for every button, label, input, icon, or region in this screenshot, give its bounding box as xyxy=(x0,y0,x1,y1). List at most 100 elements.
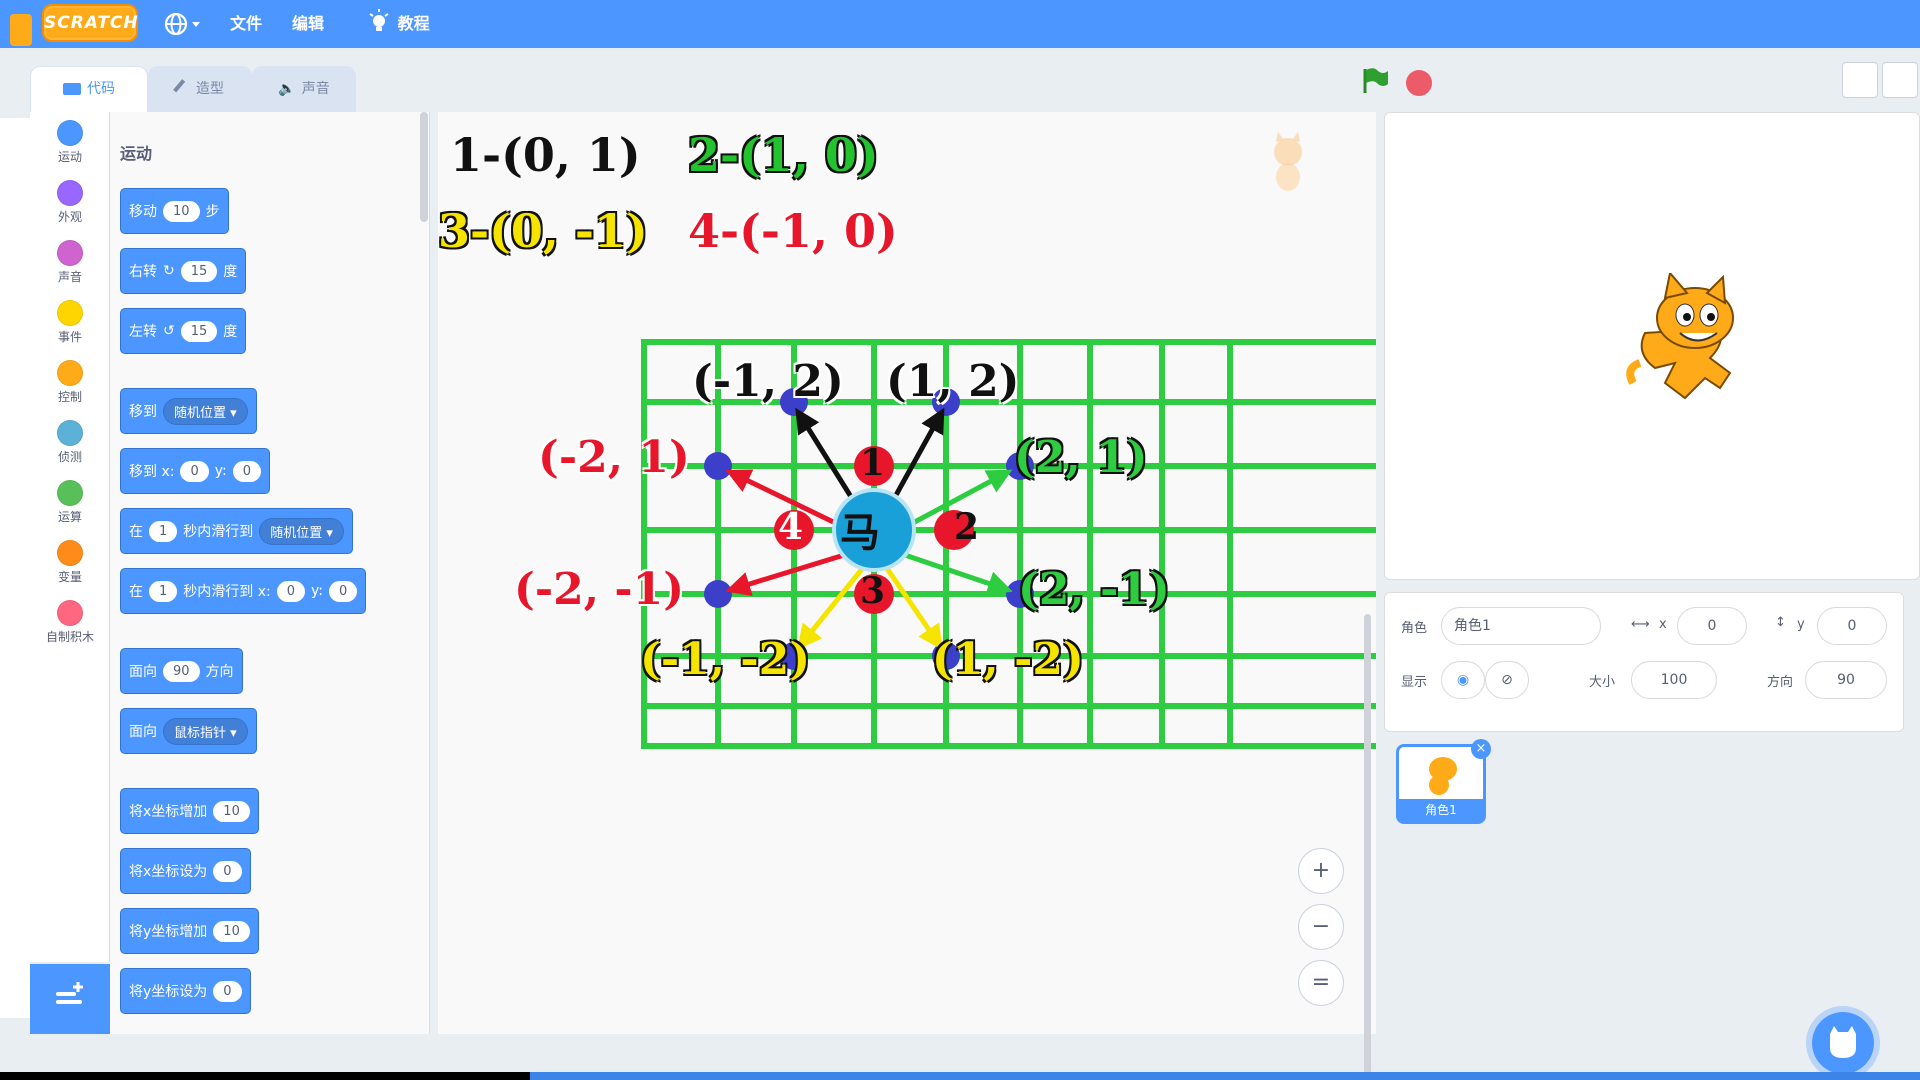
small-stage-button[interactable] xyxy=(1842,62,1878,98)
size-field[interactable]: 100 xyxy=(1631,661,1717,699)
speaker-icon: 🔈 xyxy=(278,81,296,97)
block-change-y-input[interactable]: 10 xyxy=(213,920,250,942)
block-glide-to-dropdown[interactable]: 随机位置 ▾ xyxy=(259,517,344,545)
block-change-y[interactable]: 将y坐标增加 10 xyxy=(120,908,259,954)
scratch-logo[interactable]: SCRATCH xyxy=(44,6,138,40)
block-glide-to-option: 随机位置 xyxy=(270,525,323,541)
category-sensing-label: 侦测 xyxy=(57,450,82,464)
block-point-direction-unit: 方向 xyxy=(205,664,234,680)
palette-scrollbar[interactable] xyxy=(420,112,428,222)
block-turn-left-input[interactable]: 15 xyxy=(180,320,218,342)
tutorials-label: 教程 xyxy=(397,14,430,33)
block-move[interactable]: 移动 10 步 xyxy=(120,188,229,234)
stage[interactable] xyxy=(1384,112,1920,580)
globe-icon xyxy=(164,12,200,36)
tab-costumes[interactable]: 造型 xyxy=(148,66,252,112)
block-set-y[interactable]: 将y坐标设为 0 xyxy=(120,968,251,1014)
file-menu[interactable]: 文件 xyxy=(230,0,262,48)
block-point-towards[interactable]: 面向 鼠标指针 ▾ xyxy=(120,708,257,754)
add-extension-button[interactable] xyxy=(30,964,110,1034)
category-motion[interactable]: 运动 xyxy=(30,116,110,174)
block-goto[interactable]: 移到 随机位置 ▾ xyxy=(120,388,257,434)
category-operators[interactable]: 运算 xyxy=(30,476,110,534)
block-turn-right-unit: 度 xyxy=(223,264,238,280)
size-label: 大小 xyxy=(1589,675,1616,690)
block-glide-xy[interactable]: 在 1 秒内滑行到 x: 0 y: 0 xyxy=(120,568,367,614)
block-set-y-input[interactable]: 0 xyxy=(213,980,242,1002)
show-visible-button[interactable]: ◉ xyxy=(1441,661,1485,699)
green-flag-icon[interactable] xyxy=(1360,66,1390,96)
block-set-x[interactable]: 将x坐标设为 0 xyxy=(120,848,251,894)
large-stage-button[interactable] xyxy=(1882,62,1918,98)
add-sprite-button[interactable] xyxy=(1812,1012,1874,1074)
sprite-thumbnail[interactable]: × 角色1 xyxy=(1396,739,1491,824)
block-point-direction[interactable]: 面向 90 方向 xyxy=(120,648,243,694)
zoom-in-button[interactable]: + xyxy=(1298,848,1344,894)
block-goto-xy[interactable]: 移到 x: 0 y: 0 xyxy=(120,448,270,494)
block-goto-dropdown[interactable]: 随机位置 ▾ xyxy=(163,397,248,425)
tutorials-menu[interactable]: 教程 xyxy=(368,0,430,48)
tab-sounds[interactable]: 🔈 声音 xyxy=(252,66,356,112)
x-field[interactable]: 0 xyxy=(1677,607,1747,645)
block-change-y-label: 将y坐标增加 xyxy=(129,924,208,940)
cat-add-icon xyxy=(1830,1026,1856,1058)
block-move-input[interactable]: 10 xyxy=(163,200,200,222)
y-field[interactable]: 0 xyxy=(1817,607,1887,645)
category-myblocks[interactable]: 自制积木 xyxy=(30,596,110,654)
block-point-towards-label: 面向 xyxy=(129,724,157,740)
direction-field[interactable]: 90 xyxy=(1805,661,1887,699)
category-control[interactable]: 控制 xyxy=(30,356,110,414)
language-menu[interactable] xyxy=(162,0,202,48)
block-glide-xy-y-input[interactable]: 0 xyxy=(329,580,358,602)
category-looks[interactable]: 外观 xyxy=(30,176,110,234)
category-variables[interactable]: 变量 xyxy=(30,536,110,594)
block-turn-left-label: 左转 xyxy=(129,324,157,340)
block-change-x[interactable]: 将x坐标增加 10 xyxy=(120,788,259,834)
scratch-cat-sprite[interactable] xyxy=(1625,273,1755,413)
block-point-towards-dropdown[interactable]: 鼠标指针 ▾ xyxy=(163,717,248,745)
block-turn-left-unit: 度 xyxy=(223,324,238,340)
code-area-v-scrollbar[interactable] xyxy=(1364,614,1371,1074)
tab-costumes-label: 造型 xyxy=(196,81,224,97)
tab-code-label: 代码 xyxy=(87,81,115,97)
category-sound[interactable]: 声音 xyxy=(30,236,110,294)
category-control-label: 控制 xyxy=(57,390,82,404)
block-turn-right[interactable]: 右转 ↻ 15 度 xyxy=(120,248,247,294)
category-operators-label: 运算 xyxy=(57,510,82,524)
tab-code[interactable]: 代码 xyxy=(30,66,148,112)
editor-window: 代码 造型 🔈 声音 运动 外观 声音 事件 控制 侦测 运算 变量 自制积木 … xyxy=(30,52,1920,1080)
block-glide-to[interactable]: 在 1 秒内滑行到 随机位置 ▾ xyxy=(120,508,353,554)
block-goto-xy-x-input[interactable]: 0 xyxy=(180,460,209,482)
block-glide-xy-mid: 秒内滑行到 x: xyxy=(183,584,271,600)
zoom-out-button[interactable]: − xyxy=(1298,904,1344,950)
block-change-x-input[interactable]: 10 xyxy=(213,800,250,822)
direction-3-label: 3 xyxy=(860,570,886,612)
stop-button[interactable] xyxy=(1406,70,1432,96)
brush-icon xyxy=(173,79,193,99)
block-turn-left[interactable]: 左转 ↺ 15 度 xyxy=(120,308,247,354)
block-glide-to-secs-input[interactable]: 1 xyxy=(149,520,178,542)
block-goto-xy-y-input[interactable]: 0 xyxy=(232,460,261,482)
block-turn-right-input[interactable]: 15 xyxy=(180,260,218,282)
block-goto-xy-label: 移到 x: xyxy=(129,464,175,480)
move-label-2-1: (2, 1) xyxy=(1014,432,1148,483)
block-set-x-input[interactable]: 0 xyxy=(213,860,242,882)
edit-menu[interactable]: 编辑 xyxy=(292,0,324,48)
move-label-neg2-1: (-2, 1) xyxy=(538,432,690,483)
block-goto-xy-ylabel: y: xyxy=(214,463,227,479)
sprite-name-field[interactable]: 角色1 xyxy=(1441,607,1601,645)
block-glide-xy-secs-input[interactable]: 1 xyxy=(149,580,178,602)
category-sensing[interactable]: 侦测 xyxy=(30,416,110,474)
category-events-label: 事件 xyxy=(57,330,82,344)
block-glide-xy-x-input[interactable]: 0 xyxy=(276,580,306,602)
block-point-direction-input[interactable]: 90 xyxy=(163,660,200,682)
x-label: x xyxy=(1659,617,1667,632)
show-hidden-button[interactable]: ⊘ xyxy=(1485,661,1529,699)
zoom-reset-button[interactable]: = xyxy=(1298,960,1344,1006)
sprite-delete-icon[interactable]: × xyxy=(1471,739,1491,759)
category-variables-dot xyxy=(57,540,83,566)
category-myblocks-label: 自制积木 xyxy=(45,630,94,644)
direction-4-label: 4 xyxy=(778,506,804,548)
category-events[interactable]: 事件 xyxy=(30,296,110,354)
code-area[interactable]: 1-(0, 1) 2-(1, 0) 3-(0, -1) 4-(-1, 0) 马 … xyxy=(438,112,1376,1080)
